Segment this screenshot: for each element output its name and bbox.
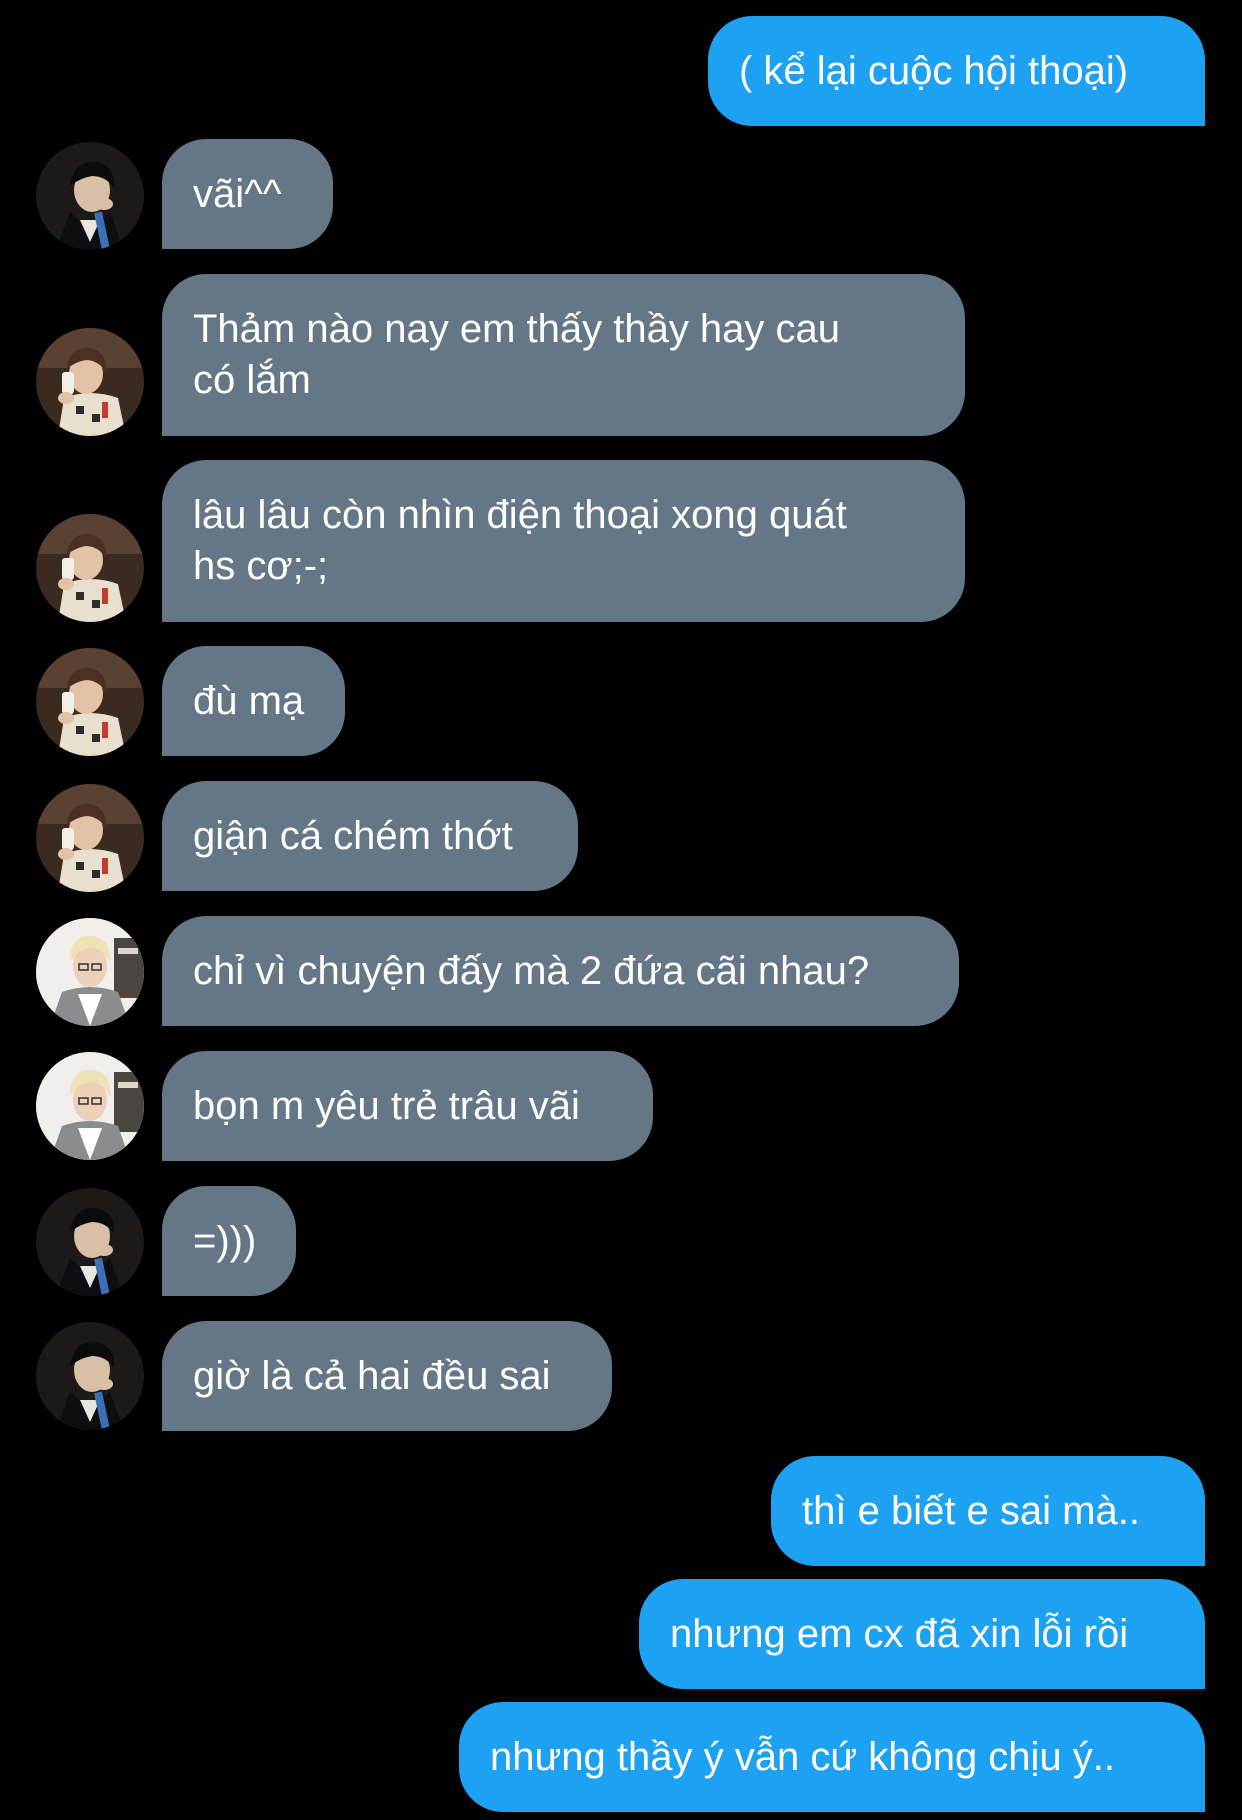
dark-haired-boy-avatar[interactable] (36, 142, 144, 250)
received-message-bubble[interactable]: lâu lâu còn nhìn điện thoại xong quát hs… (162, 460, 965, 622)
received-message-bubble[interactable]: đù mạ (162, 646, 345, 756)
received-message-bubble[interactable]: vãi^^ (162, 139, 333, 249)
received-message-bubble[interactable]: chỉ vì chuyện đấy mà 2 đứa cãi nhau? (162, 916, 959, 1026)
sent-message-bubble[interactable]: ( kể lại cuộc hội thoại) (708, 16, 1205, 126)
sent-message-bubble[interactable]: nhưng thầy ý vẫn cứ không chịu ý.. (459, 1702, 1205, 1812)
boy-phone-avatar[interactable] (36, 648, 144, 756)
boy-phone-avatar[interactable] (36, 784, 144, 892)
received-message-bubble[interactable]: =))) (162, 1186, 296, 1296)
received-message-bubble[interactable]: giận cá chém thớt (162, 781, 578, 891)
dark-haired-boy-avatar[interactable] (36, 1188, 144, 1296)
sent-message-bubble[interactable]: thì e biết e sai mà.. (771, 1456, 1205, 1566)
dark-haired-boy-avatar[interactable] (36, 1322, 144, 1430)
received-message-bubble[interactable]: bọn m yêu trẻ trâu vãi (162, 1051, 653, 1161)
blond-boy-avatar[interactable] (36, 918, 144, 1026)
boy-phone-avatar[interactable] (36, 514, 144, 622)
blond-boy-avatar[interactable] (36, 1052, 144, 1160)
received-message-bubble[interactable]: Thảm nào nay em thấy thầy hay cau có lắm (162, 274, 965, 436)
received-message-bubble[interactable]: giờ là cả hai đều sai (162, 1321, 612, 1431)
sent-message-bubble[interactable]: nhưng em cx đã xin lỗi rồi (639, 1579, 1205, 1689)
boy-phone-avatar[interactable] (36, 328, 144, 436)
